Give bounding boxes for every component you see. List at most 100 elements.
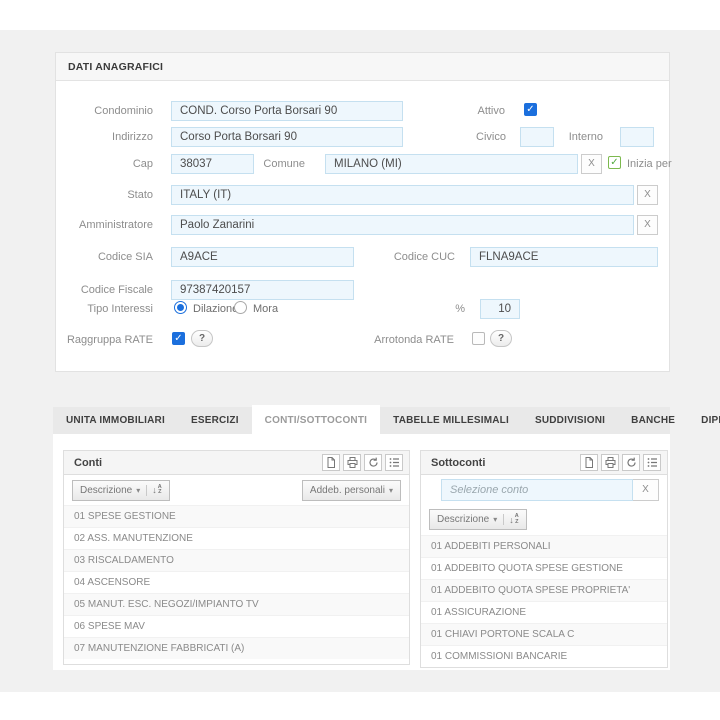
raggruppa-rate-help-button[interactable]: ? (191, 330, 213, 347)
file-icon (584, 457, 594, 468)
stato-field[interactable] (171, 185, 634, 205)
sottoconti-row[interactable]: 01 CHIAVI PORTONE SCALA C (421, 623, 667, 645)
conti-title: Conti (74, 457, 319, 469)
tipo-interessi-label: Tipo Interessi (61, 303, 153, 315)
sottoconti-list-button[interactable] (643, 454, 661, 471)
indirizzo-field[interactable] (171, 127, 403, 147)
sottoconti-title: Sottoconti (431, 457, 577, 469)
sort-az-icon: ↓ AZ (146, 485, 161, 496)
sottoconti-panel: Sottoconti X Descrizione ▾ ↓ AZ 01 ADDEB… (420, 450, 668, 668)
amministratore-clear-button[interactable]: X (637, 215, 658, 235)
caret-down-icon: ▾ (493, 515, 497, 524)
tab-tabelle-millesimali[interactable]: TABELLE MILLESIMALI (380, 407, 522, 434)
printer-icon (347, 457, 358, 468)
raggruppa-rate-checkbox[interactable]: ✓ (172, 332, 185, 345)
addeb-personali-label: Addeb. personali (310, 485, 385, 496)
codice-fiscale-field[interactable] (171, 280, 354, 300)
conti-sort-button[interactable]: Descrizione ▾ ↓ AZ (72, 480, 170, 501)
percent-field[interactable] (480, 299, 520, 319)
conti-row[interactable]: 05 MANUT. ESC. NEGOZI/IMPIANTO TV (64, 593, 409, 615)
sottoconti-row[interactable]: 01 ASSICURAZIONE (421, 601, 667, 623)
raggruppa-rate-label: Raggruppa RATE (61, 334, 153, 346)
sottoconti-header: Sottoconti (421, 451, 667, 475)
sottoconti-sort-button[interactable]: Descrizione ▾ ↓ AZ (429, 509, 527, 530)
sottoconti-refresh-button[interactable] (622, 454, 640, 471)
refresh-icon (626, 457, 637, 468)
conti-row[interactable]: 01 SPESE GESTIONE (64, 505, 409, 527)
conti-header: Conti (64, 451, 409, 475)
addeb-personali-button[interactable]: Addeb. personali ▾ (302, 480, 401, 501)
stato-clear-button[interactable]: X (637, 185, 658, 205)
dilazione-radio[interactable] (174, 301, 187, 314)
list-icon (389, 457, 400, 468)
inizia-per-checkbox[interactable]: ✓ (608, 156, 621, 169)
selezione-conto-clear-button[interactable]: X (633, 479, 659, 501)
tab-banche[interactable]: BANCHE (618, 407, 688, 434)
sottoconti-row[interactable]: 01 COMMISSIONI BANCARIE (421, 645, 667, 667)
tab-esercizi[interactable]: ESERCIZI (178, 407, 252, 434)
attivo-label: Attivo (413, 105, 505, 117)
conti-row[interactable]: 07 MANUTENZIONE FABBRICATI (A) (64, 637, 409, 659)
dati-anagrafici-panel: DATI ANAGRAFICI Condominio Attivo ✓ Indi… (55, 52, 670, 372)
sottoconti-filter-row: X (421, 475, 667, 503)
interno-field[interactable] (620, 127, 654, 147)
conti-list-button[interactable] (385, 454, 403, 471)
sort-button-label: Descrizione (437, 514, 489, 525)
codice-fiscale-label: Codice Fiscale (61, 284, 153, 296)
list-icon (647, 457, 658, 468)
mora-label: Mora (253, 303, 278, 315)
tab-conti-sottoconti[interactable]: CONTI/SOTTOCONTI (252, 405, 380, 437)
percent-label: % (373, 303, 465, 315)
conti-print-button[interactable] (343, 454, 361, 471)
selezione-conto-input[interactable] (441, 479, 633, 501)
tab-suddivisioni[interactable]: SUDDIVISIONI (522, 407, 618, 434)
tab-bar: UNITA IMMOBILIARI ESERCIZI CONTI/SOTTOCO… (53, 407, 670, 434)
conti-export-button[interactable] (322, 454, 340, 471)
codice-sia-label: Codice SIA (61, 251, 153, 263)
conti-row[interactable]: 04 ASCENSORE (64, 571, 409, 593)
sottoconti-print-button[interactable] (601, 454, 619, 471)
inizia-per-label: Inizia per (627, 158, 672, 170)
comune-label: Comune (213, 158, 305, 170)
arrotonda-rate-help-button[interactable]: ? (490, 330, 512, 347)
cap-label: Cap (61, 158, 153, 170)
interno-label: Interno (511, 131, 603, 143)
caret-down-icon: ▾ (136, 486, 140, 495)
tab-unita-immobiliari[interactable]: UNITA IMMOBILIARI (53, 407, 178, 434)
amministratore-label: Amministratore (61, 219, 153, 231)
comune-field[interactable] (325, 154, 578, 174)
conti-row[interactable]: 03 RISCALDAMENTO (64, 549, 409, 571)
conti-row[interactable]: 02 ASS. MANUTENZIONE (64, 527, 409, 549)
conti-refresh-button[interactable] (364, 454, 382, 471)
condominio-label: Condominio (61, 105, 153, 117)
conti-panel: Conti Descrizione ▾ ↓ AZ Addeb. personal… (63, 450, 410, 665)
stato-label: Stato (61, 189, 153, 201)
sottoconti-row[interactable]: 01 ADDEBITO QUOTA SPESE PROPRIETA' (421, 579, 667, 601)
condominio-field[interactable] (171, 101, 403, 121)
sort-button-label: Descrizione (80, 485, 132, 496)
comune-clear-button[interactable]: X (581, 154, 602, 174)
conti-toolbar: Descrizione ▾ ↓ AZ Addeb. personali ▾ (64, 475, 409, 505)
codice-cuc-field[interactable] (470, 247, 658, 267)
printer-icon (605, 457, 616, 468)
codice-cuc-label: Codice CUC (363, 251, 455, 263)
arrotonda-rate-checkbox[interactable] (472, 332, 485, 345)
tab-dipendenti[interactable]: DIPENDENTI (688, 407, 720, 434)
sottoconti-row[interactable]: 01 ADDEBITI PERSONALI (421, 535, 667, 557)
codice-sia-field[interactable] (171, 247, 354, 267)
sottoconti-toolbar: Descrizione ▾ ↓ AZ (421, 503, 667, 535)
caret-down-icon: ▾ (389, 486, 393, 495)
sottoconti-row[interactable]: 01 ADDEBITO QUOTA SPESE GESTIONE (421, 557, 667, 579)
file-icon (326, 457, 336, 468)
indirizzo-label: Indirizzo (61, 131, 153, 143)
amministratore-field[interactable] (171, 215, 634, 235)
civico-label: Civico (414, 131, 506, 143)
refresh-icon (368, 457, 379, 468)
attivo-checkbox[interactable]: ✓ (524, 103, 537, 116)
dilazione-label: Dilazione (193, 303, 238, 315)
sottoconti-export-button[interactable] (580, 454, 598, 471)
conti-row[interactable]: 06 SPESE MAV (64, 615, 409, 637)
mora-radio[interactable] (234, 301, 247, 314)
panel-title: DATI ANAGRAFICI (56, 53, 669, 81)
arrotonda-rate-label: Arrotonda RATE (362, 334, 454, 346)
